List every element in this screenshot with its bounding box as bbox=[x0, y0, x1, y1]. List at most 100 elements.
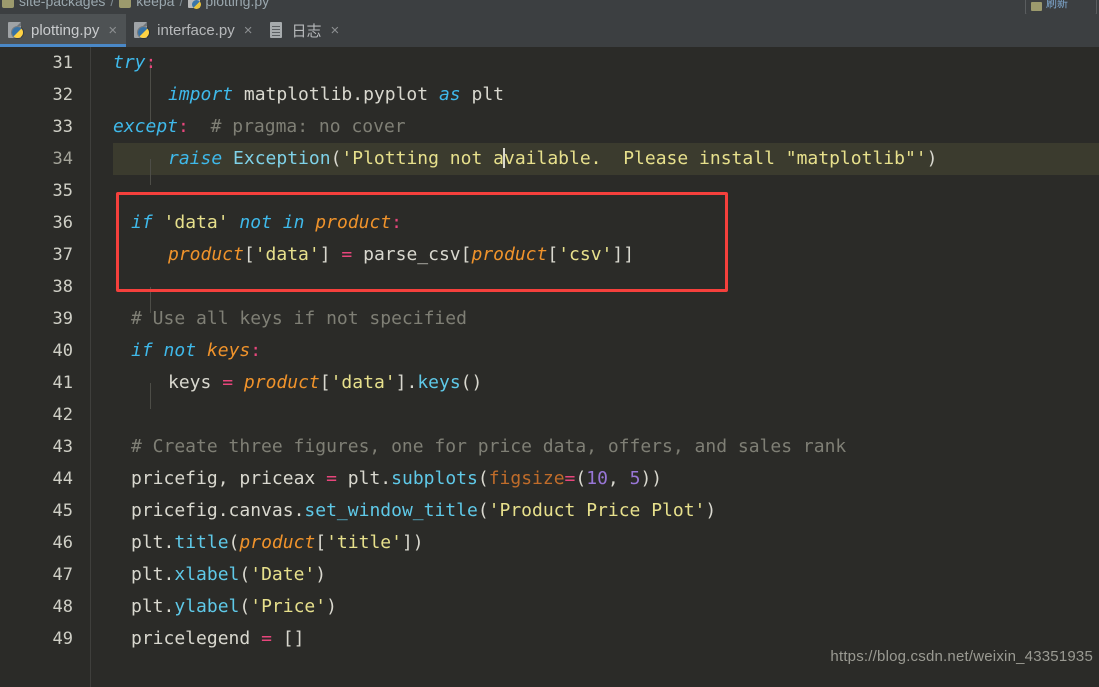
token-variable-keys: keys bbox=[206, 340, 251, 361]
line-number: 40 bbox=[52, 341, 73, 361]
code-line-46[interactable]: plt.title(product['title']) bbox=[113, 527, 424, 559]
breadcrumb-item-keepa[interactable]: keepa bbox=[136, 0, 174, 9]
line-number-current: 34 bbox=[52, 149, 73, 169]
code-line-36[interactable]: if 'data' not in product: bbox=[113, 207, 402, 239]
tab-close-icon[interactable]: × bbox=[106, 23, 117, 38]
line-number: 31 bbox=[52, 53, 73, 73]
document-log-icon bbox=[269, 22, 284, 39]
token-operator-equals: = bbox=[326, 468, 337, 489]
toolbar-chip[interactable]: 刷新 bbox=[1025, 0, 1097, 14]
token-method-xlabel: xlabel bbox=[174, 564, 240, 585]
tab-plotting-py[interactable]: plotting.py × bbox=[0, 14, 127, 47]
line-number: 38 bbox=[52, 277, 73, 297]
token-comment-create-figures: # Create three figures, one for price da… bbox=[131, 436, 847, 457]
code-content[interactable]: try: import matplotlib.pyplot as plt exc… bbox=[113, 47, 1099, 687]
token-name-plt: plt bbox=[131, 596, 164, 617]
token-bracket-close: ]] bbox=[612, 244, 635, 265]
token-string-price: 'Price' bbox=[250, 596, 327, 617]
token-variable-product: product bbox=[315, 212, 392, 233]
code-line-32[interactable]: import matplotlib.pyplot as plt bbox=[113, 79, 504, 111]
token-dot: . bbox=[163, 596, 175, 617]
token-bracket-close: ] bbox=[395, 372, 407, 393]
code-line-43[interactable]: # Create three figures, one for price da… bbox=[113, 431, 846, 463]
token-attr-canvas: canvas bbox=[228, 500, 294, 521]
breadcrumb-bar: site-packages / keepa / plotting.py 刷新 bbox=[0, 0, 1099, 14]
token-paren-open: ( bbox=[477, 500, 489, 521]
tab-close-icon[interactable]: × bbox=[328, 23, 339, 38]
token-dot: . bbox=[293, 500, 305, 521]
breadcrumb[interactable]: site-packages / keepa / plotting.py bbox=[0, 0, 269, 9]
token-keyword-if: if bbox=[131, 340, 153, 361]
token-name-plt: plt bbox=[131, 564, 164, 585]
token-name-priceax: priceax bbox=[239, 468, 316, 489]
code-line-37[interactable]: product['data'] = parse_csv[product['csv… bbox=[113, 239, 634, 271]
folder-icon bbox=[2, 0, 14, 8]
line-number: 48 bbox=[52, 597, 73, 617]
python-file-icon bbox=[134, 22, 150, 39]
token-string-data: 'data' bbox=[254, 244, 320, 265]
token-dot: . bbox=[380, 468, 392, 489]
token-dot: . bbox=[217, 500, 229, 521]
token-paren-close: ) bbox=[412, 532, 424, 553]
token-paren-close: ) bbox=[326, 596, 337, 617]
code-line-33[interactable]: except: # pragma: no cover bbox=[113, 111, 406, 143]
breadcrumb-item-plotting-py[interactable]: plotting.py bbox=[205, 0, 269, 9]
code-line-48[interactable]: plt.ylabel('Price') bbox=[113, 591, 337, 623]
token-name-plt: plt bbox=[347, 468, 381, 489]
line-number-gutter[interactable]: 31 32 33 34 35 36 37 38 39 40 41 42 43 4… bbox=[0, 47, 91, 687]
token-string-date: 'Date' bbox=[250, 564, 316, 585]
gutter-marker-strip[interactable] bbox=[91, 47, 113, 687]
line-number: 36 bbox=[52, 213, 73, 233]
token-string-part1: 'Plotting not a bbox=[341, 148, 504, 169]
code-line-47[interactable]: plt.xlabel('Date') bbox=[113, 559, 326, 591]
tab-close-icon[interactable]: × bbox=[242, 23, 253, 38]
token-operator-equals: = bbox=[222, 372, 234, 393]
token-method-subplots: subplots bbox=[391, 468, 478, 489]
line-number: 46 bbox=[52, 533, 73, 553]
line-number: 44 bbox=[52, 469, 73, 489]
code-line-40[interactable]: if not keys: bbox=[113, 335, 261, 367]
tab-log[interactable]: 日志 × bbox=[261, 14, 348, 47]
token-string-data: 'data' bbox=[163, 212, 229, 233]
tab-label: interface.py bbox=[157, 22, 235, 39]
tab-interface-py[interactable]: interface.py × bbox=[126, 14, 261, 47]
token-variable-product: product bbox=[243, 372, 320, 393]
token-paren-open: ( bbox=[239, 596, 251, 617]
code-line-41[interactable]: keys = product['data'].keys() bbox=[113, 367, 482, 399]
line-number: 42 bbox=[52, 405, 73, 425]
token-operator-equals: = bbox=[564, 468, 576, 489]
line-number: 37 bbox=[52, 245, 73, 265]
token-comma: , bbox=[607, 468, 630, 489]
breadcrumb-item-site-packages[interactable]: site-packages bbox=[19, 0, 105, 9]
code-line-31[interactable]: try: bbox=[113, 47, 156, 79]
token-operator-equals: = bbox=[341, 244, 353, 265]
python-file-icon bbox=[188, 0, 202, 9]
token-number-5: 5 bbox=[629, 468, 641, 489]
token-empty-list: [] bbox=[282, 628, 305, 649]
token-module-name: matplotlib.pyplot bbox=[243, 84, 429, 105]
code-line-49[interactable]: pricelegend = [] bbox=[113, 623, 304, 655]
token-colon: : bbox=[250, 340, 262, 361]
token-colon: : bbox=[145, 52, 157, 73]
code-editor[interactable]: 31 32 33 34 35 36 37 38 39 40 41 42 43 4… bbox=[0, 47, 1099, 687]
token-method-title: title bbox=[174, 532, 229, 553]
line-number: 39 bbox=[52, 309, 73, 329]
token-bracket-open: [ bbox=[547, 244, 559, 265]
toolbar-chip-label: 刷新 bbox=[1046, 0, 1068, 10]
token-comma: , bbox=[217, 468, 240, 489]
code-line-39[interactable]: # Use all keys if not specified bbox=[113, 303, 467, 335]
code-line-45[interactable]: pricefig.canvas.set_window_title('Produc… bbox=[113, 495, 716, 527]
token-paren-open: ( bbox=[239, 564, 251, 585]
code-line-34[interactable]: raise Exception('Plotting not available.… bbox=[113, 143, 937, 175]
token-keyword-not: not bbox=[239, 212, 272, 233]
token-parens: () bbox=[460, 372, 483, 393]
code-line-44[interactable]: pricefig, priceax = plt.subplots(figsize… bbox=[113, 463, 662, 495]
